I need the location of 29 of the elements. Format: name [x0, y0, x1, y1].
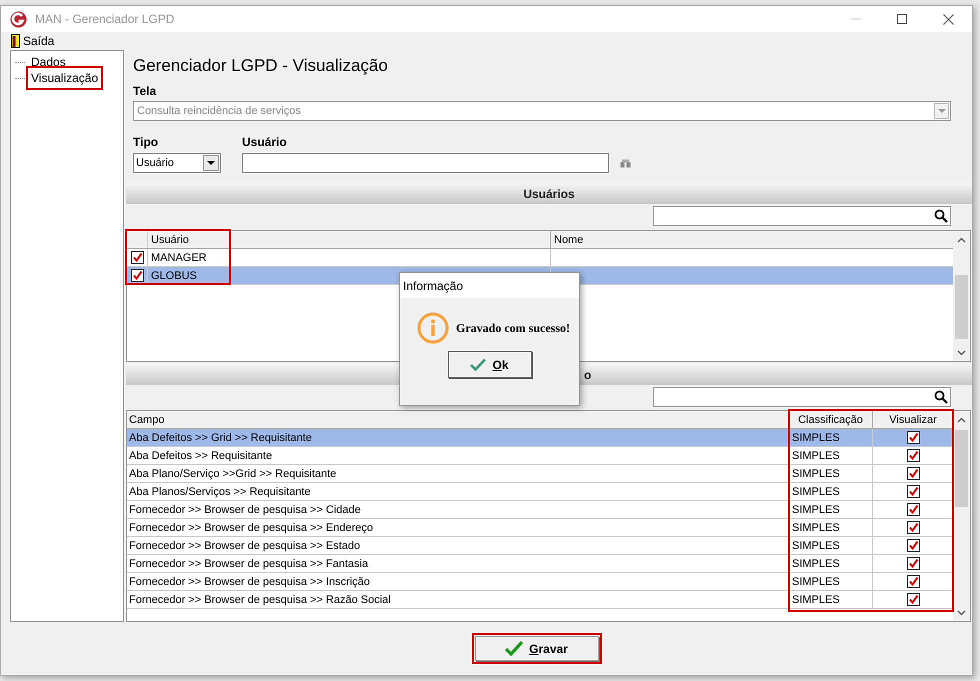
table-cell-text: Aba Planos/Serviços >> Requisitante — [128, 485, 312, 500]
table-cell-text: Fornecedor >> Browser de pesquisa >> Fantasia — [128, 557, 370, 572]
field-label: Tipo — [133, 134, 160, 151]
field-label: Usuário — [242, 134, 288, 151]
table-cell: SIMPLES — [789, 429, 873, 446]
table-cell: MANAGER — [148, 249, 551, 266]
table-cell-text: Fornecedor >> Browser de pesquisa >> Inscrição — [128, 575, 371, 590]
table-cell: SIMPLES — [789, 537, 873, 554]
table-cell: SIMPLES — [789, 519, 873, 536]
table-cell-text: Aba Plano/Serviço >>Grid >> Requisitante — [128, 467, 338, 482]
dialog-message: Gravado com sucesso! — [456, 320, 570, 337]
table-cell-text: Fornecedor >> Browser de pesquisa >> Cidade — [128, 503, 362, 518]
window-title: MAN - Gerenciador LGPD — [35, 11, 174, 28]
table-cell: SIMPLES — [789, 555, 873, 572]
table-cell: SIMPLES — [789, 447, 873, 464]
table-cell-text: Fornecedor >> Browser de pesquisa >> Razão Social — [128, 593, 392, 608]
table-cell: SIMPLES — [789, 573, 873, 590]
table-cell-text: Aba Defeitos >> Requisitante — [128, 449, 274, 464]
table-cell: SIMPLES — [789, 591, 873, 608]
table-cell-text: Aba Defeitos >> Grid >> Requisitante — [128, 431, 313, 446]
table-cell: SIMPLES — [789, 483, 873, 500]
section-title: o — [584, 367, 592, 384]
section-title: Usuários — [523, 186, 575, 202]
field-label: Tela — [133, 83, 158, 100]
table-cell: SIMPLES — [789, 465, 873, 482]
page-heading: Gerenciador LGPD - Visualização — [133, 55, 389, 77]
table-cell-text: Fornecedor >> Browser de pesquisa >> Estado — [128, 539, 362, 554]
table-cell: SIMPLES — [789, 501, 873, 518]
table-cell-text: Fornecedor >> Browser de pesquisa >> Endereço — [128, 521, 374, 536]
